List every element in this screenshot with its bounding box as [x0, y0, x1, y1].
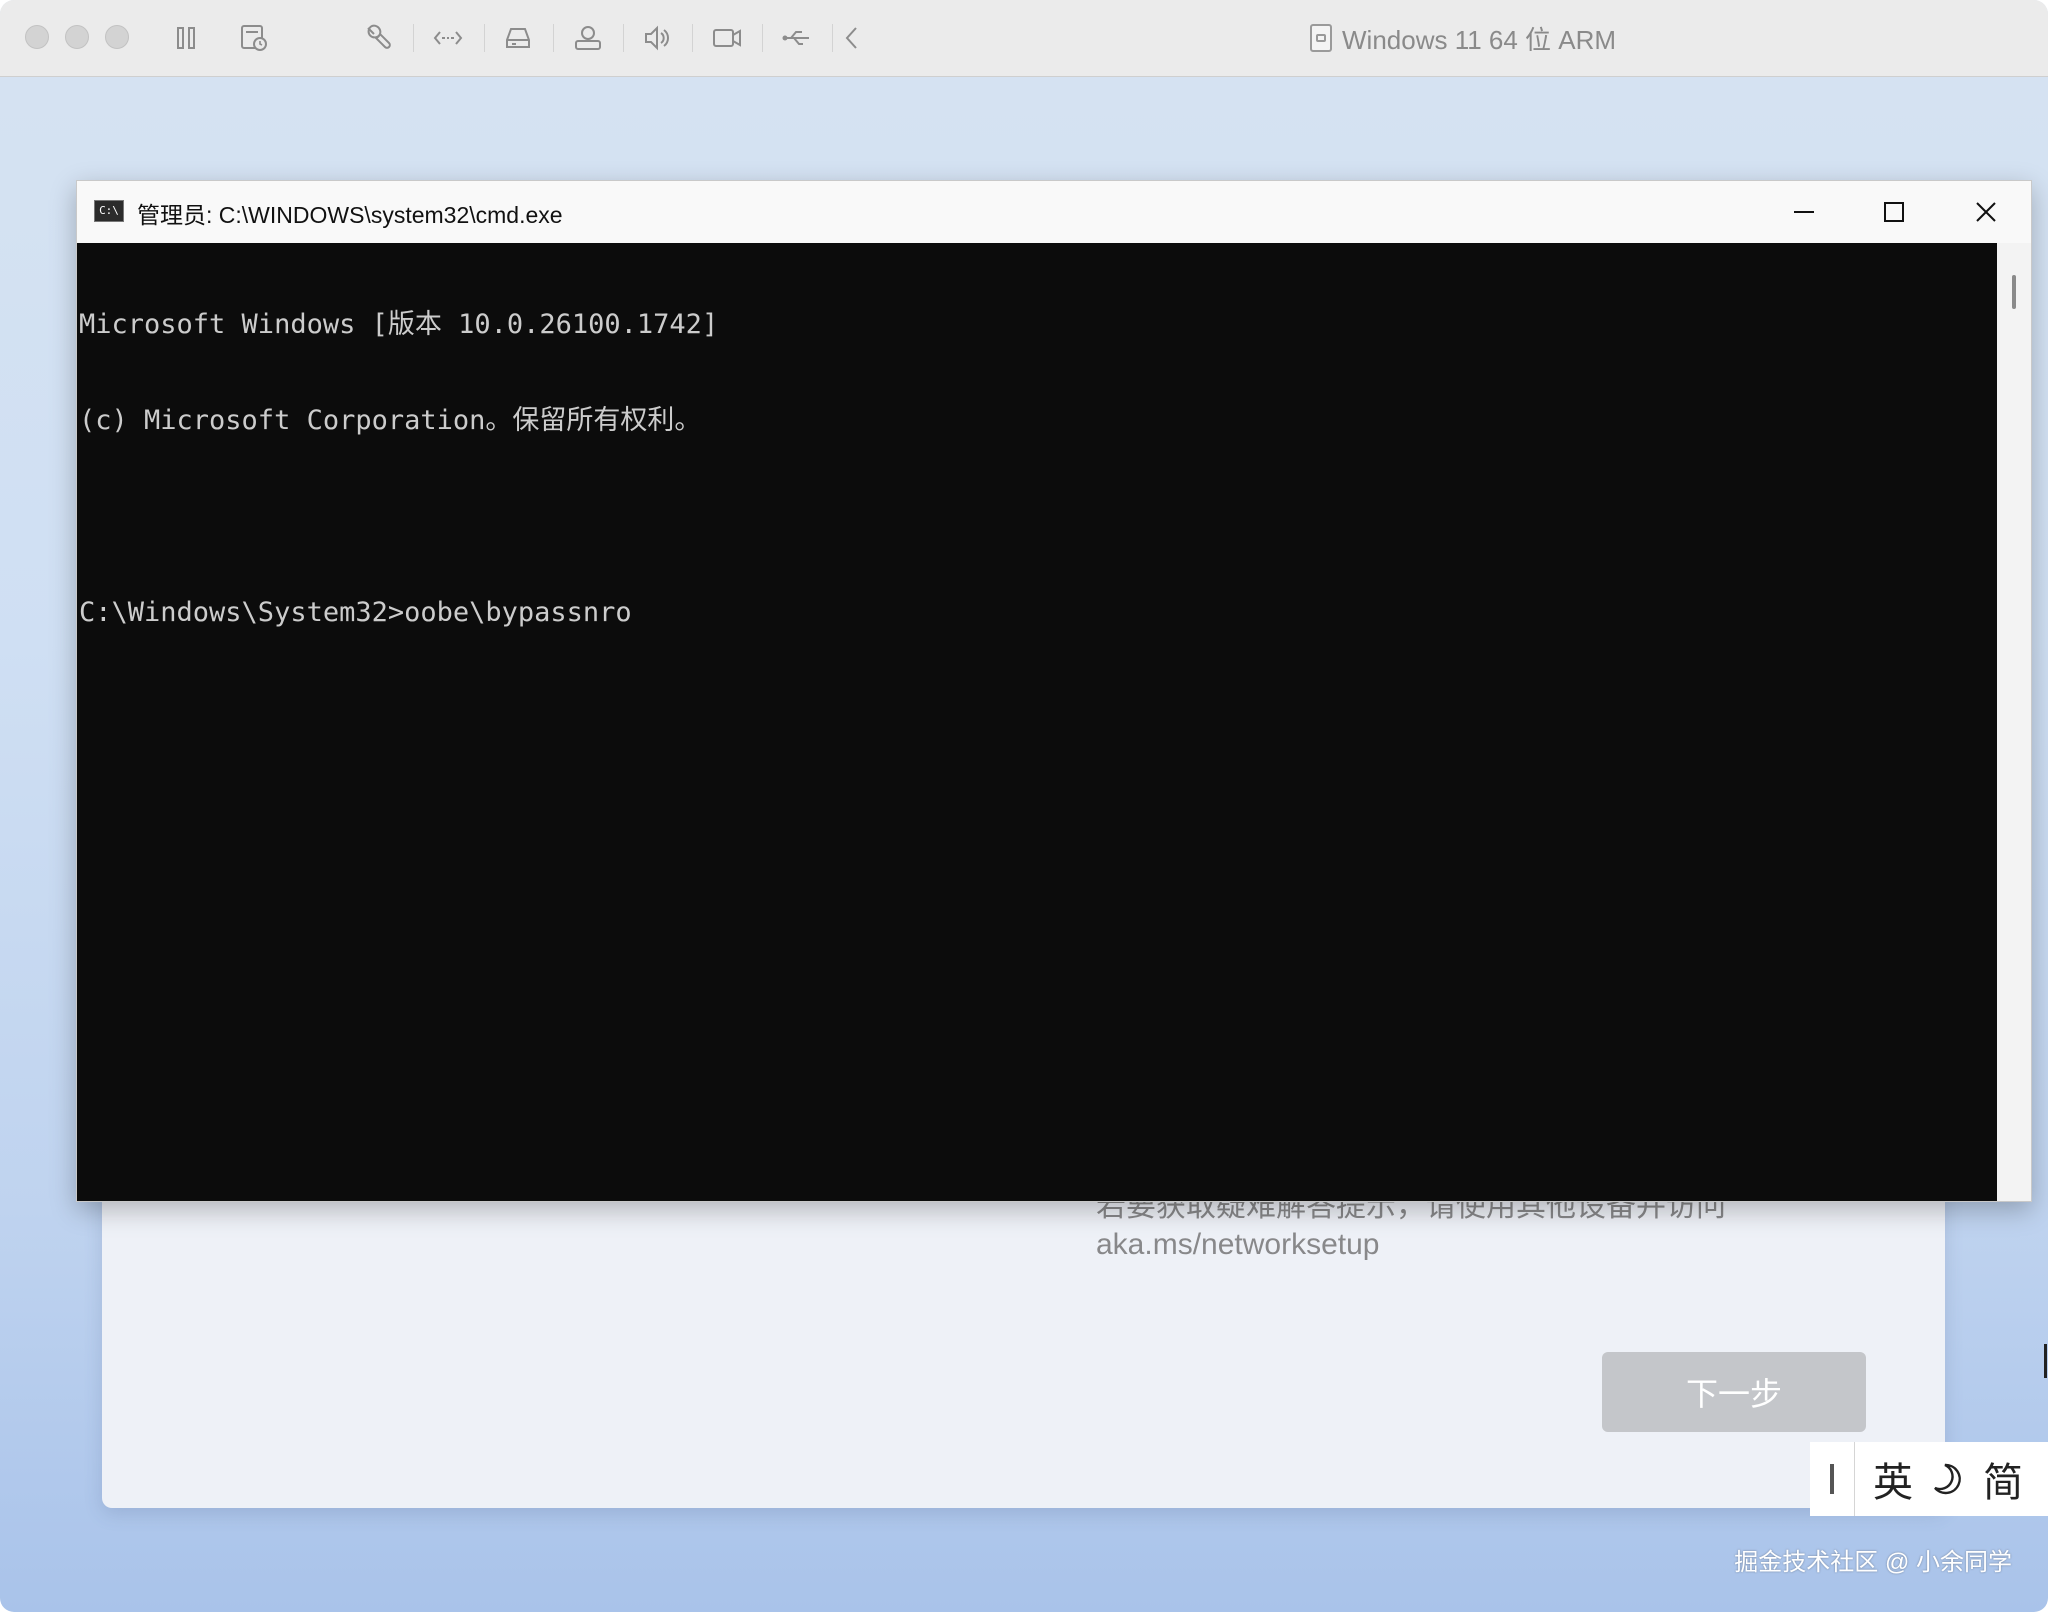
maximize-button[interactable] [1871, 191, 1917, 233]
ime-drag-handle[interactable] [1830, 1464, 1834, 1494]
text-cursor-icon [2044, 1344, 2047, 1378]
cmd-window: C:\ 管理员: C:\WINDOWS\system32\cmd.exe Mic… [76, 180, 2032, 1202]
scrollbar-thumb[interactable] [2012, 275, 2016, 309]
usb-icon[interactable] [781, 22, 813, 54]
toolbar-divider [692, 24, 693, 52]
camera-icon[interactable] [711, 22, 743, 54]
minimize-traffic-light[interactable] [65, 25, 89, 49]
close-button[interactable] [1963, 191, 2009, 233]
vm-toolbar: Windows 11 64 位 ARM [0, 0, 2048, 77]
close-icon [1976, 202, 1996, 222]
wrench-icon[interactable] [362, 22, 394, 54]
vm-title: Windows 11 64 位 ARM [1310, 21, 1616, 55]
drive-icon[interactable] [502, 22, 534, 54]
toolbar-divider [553, 24, 554, 52]
console-line: Microsoft Windows [版本 10.0.26100.1742] [79, 309, 719, 340]
vm-document-icon [1310, 24, 1332, 52]
speaker-icon[interactable] [641, 22, 673, 54]
minimize-button[interactable] [1781, 191, 1827, 233]
watermark: 掘金技术社区 @ 小余同学 [1734, 1549, 2012, 1576]
cmd-titlebar[interactable]: C:\ 管理员: C:\WINDOWS\system32\cmd.exe [77, 181, 2031, 243]
toolbar-divider [623, 24, 624, 52]
ime-language-toggle[interactable]: 英 [1873, 1450, 1913, 1508]
moon-icon[interactable] [1931, 1462, 1965, 1496]
zoom-traffic-light[interactable] [105, 25, 129, 49]
maximize-icon [1884, 202, 1904, 222]
toolbar-divider [832, 24, 833, 52]
cmd-app-icon[interactable]: C:\ [94, 200, 124, 222]
back-chevron-icon[interactable] [836, 22, 868, 54]
network-arrows-icon[interactable] [432, 22, 464, 54]
ime-toolbar: 英 简 [1810, 1442, 2048, 1516]
snapshot-icon[interactable] [238, 22, 270, 54]
vm-window: Windows 11 64 位 ARM 若要获取疑难解答提示，请使用其他设备并访… [0, 0, 2048, 1612]
toolbar-divider [484, 24, 485, 52]
toolbar-divider [413, 24, 414, 52]
console-prompt-line: C:\Windows\System32>oobe\bypassnro [79, 597, 632, 628]
cmd-window-title: 管理员: C:\WINDOWS\system32\cmd.exe [137, 202, 563, 228]
console-line: (c) Microsoft Corporation。保留所有权利。 [79, 405, 702, 436]
next-button[interactable]: 下一步 [1602, 1352, 1866, 1432]
ime-divider [1854, 1442, 1855, 1516]
console-output[interactable]: Microsoft Windows [版本 10.0.26100.1742] (… [77, 243, 1997, 1201]
ime-script-toggle[interactable]: 简 [1983, 1450, 2023, 1508]
console-scrollbar[interactable] [1997, 243, 2031, 1201]
minimize-icon [1794, 211, 1814, 213]
vm-title-text: Windows 11 64 位 ARM [1342, 24, 1617, 55]
close-traffic-light[interactable] [25, 25, 49, 49]
printer-icon[interactable] [572, 22, 604, 54]
toolbar-divider [762, 24, 763, 52]
pause-icon[interactable] [170, 22, 202, 54]
